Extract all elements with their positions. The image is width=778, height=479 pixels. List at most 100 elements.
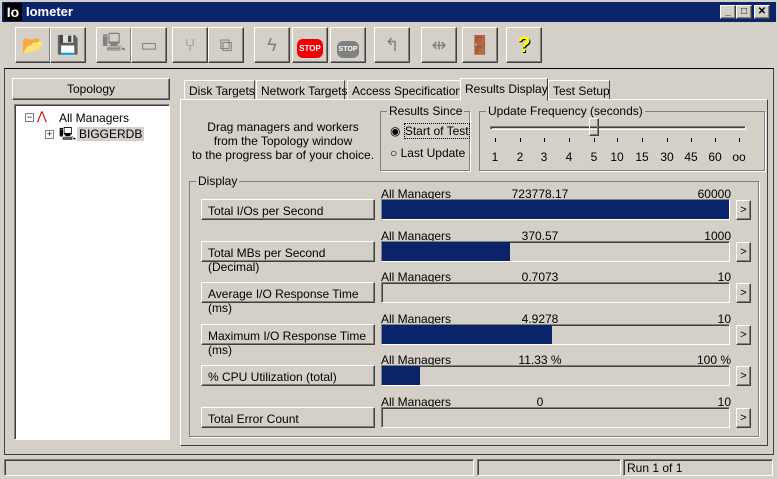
computer-icon: 🖳 <box>59 126 77 141</box>
topology-header: Topology <box>12 78 170 100</box>
maximize-button[interactable]: □ <box>736 5 752 19</box>
slider-tick-label: 1 <box>491 150 499 164</box>
tab-label: Network Targets <box>261 84 348 98</box>
instructions-text: Drag managers and workers from the Topol… <box>191 120 375 162</box>
status-pane-2 <box>477 459 621 476</box>
slider-tick-label: 4 <box>565 150 573 164</box>
tab-access-specifications[interactable]: Access Specifications <box>347 80 468 100</box>
tab-disk-targets[interactable]: Disk Targets <box>184 80 255 100</box>
update-frequency-label: Update Frequency (seconds) <box>486 104 645 118</box>
tab-label: Access Specifications <box>352 84 469 98</box>
managers-icon: ⋀ <box>37 109 47 123</box>
frequency-slider-thumb[interactable] <box>589 118 599 136</box>
title-bar: Io Iometer _ □ ✕ <box>2 2 776 22</box>
results-since-group: Results Since <box>380 104 470 171</box>
progress-bar[interactable] <box>381 406 730 428</box>
toolbar-save-button[interactable]: 💾 <box>50 27 86 63</box>
tab-label: Test Setup <box>553 84 610 98</box>
progress-bar[interactable] <box>381 365 730 386</box>
radio-label: Last Update <box>400 146 466 160</box>
duplicate-worker-icon: ⧉ <box>219 34 233 55</box>
tab-label: Results Display <box>465 82 548 96</box>
row-detail-button[interactable]: > <box>736 283 751 303</box>
save-icon: 💾 <box>56 34 80 55</box>
progress-fill <box>382 241 511 261</box>
metric-select-button[interactable]: Total MBs per Second (Decimal) <box>201 240 375 274</box>
metric-select-button[interactable]: Total I/Os per Second <box>201 199 375 220</box>
status-pane-1 <box>4 459 474 476</box>
slider-tick <box>667 138 668 142</box>
toolbar-start-manager-button[interactable]: 🖳 <box>96 27 132 63</box>
collapse-icon[interactable]: − <box>25 113 34 122</box>
tab-label: Disk Targets <box>189 84 255 98</box>
toolbar-help-button[interactable]: ? <box>506 27 542 63</box>
progress-bar[interactable] <box>381 199 730 220</box>
slider-tick <box>569 138 570 142</box>
progress-bar[interactable] <box>381 240 730 262</box>
tab-results-display[interactable]: Results Display <box>460 78 548 101</box>
tree-item-all-managers[interactable]: All Managers <box>59 111 129 125</box>
toolbar-disconnect-button[interactable]: ⇹ <box>421 27 457 63</box>
frequency-slider-track[interactable] <box>490 126 746 130</box>
exit-icon: 🚪 <box>468 34 492 55</box>
slider-tick <box>594 138 595 142</box>
toolbar-new-disk-worker-button[interactable]: ▭ <box>131 27 167 63</box>
row-detail-button[interactable]: > <box>736 324 751 345</box>
tree-item-manager[interactable]: BIGGERDB <box>77 127 145 141</box>
topology-tree[interactable]: − ⋀ All Managers + 🖳 BIGGERDB <box>14 104 170 440</box>
slider-tick <box>617 138 618 142</box>
row-detail-button[interactable]: > <box>736 200 751 220</box>
slider-tick <box>691 138 692 142</box>
status-run: Run 1 of 1 <box>623 459 773 476</box>
radio-last-update[interactable]: ○ Last Update <box>390 146 465 160</box>
new-network-worker-icon: ⑂ <box>184 34 196 55</box>
tab-network-targets[interactable]: Network Targets <box>256 80 348 100</box>
toolbar-stop-button[interactable]: STOP <box>292 27 328 63</box>
slider-tick-label: 45 <box>684 150 698 164</box>
slider-tick-label: 5 <box>590 150 598 164</box>
help-icon: ? <box>517 32 531 57</box>
toolbar-open-button[interactable]: 📂 <box>15 27 51 63</box>
stop-icon: STOP <box>297 35 323 58</box>
expand-icon[interactable]: + <box>45 130 54 139</box>
close-button[interactable]: ✕ <box>754 5 770 19</box>
toolbar-duplicate-worker-button[interactable]: ⧉ <box>208 27 244 63</box>
slider-tick-label: 3 <box>540 150 548 164</box>
slider-tick-label: 10 <box>610 150 624 164</box>
stop-all-icon: STOP <box>336 35 360 58</box>
toolbar-start-button[interactable]: ϟ <box>254 27 290 63</box>
toolbar-new-network-worker-button[interactable]: ⑂ <box>172 27 208 63</box>
metric-select-button[interactable]: % CPU Utilization (total) <box>201 365 375 386</box>
radio-start-of-test[interactable]: ◉ Start of Test <box>390 123 470 139</box>
open-icon: 📂 <box>21 34 45 55</box>
tab-test-setup[interactable]: Test Setup <box>548 80 610 100</box>
toolbar-exit-button[interactable]: 🚪 <box>462 27 498 63</box>
row-detail-button[interactable]: > <box>736 241 751 262</box>
progress-fill <box>382 324 553 344</box>
results-since-label: Results Since <box>387 104 465 118</box>
toolbar-reset-button[interactable]: ↰ <box>374 27 410 63</box>
slider-tick <box>520 138 521 142</box>
window-title: Iometer <box>26 4 73 19</box>
metric-select-button[interactable]: Total Error Count <box>201 406 375 428</box>
minimize-button[interactable]: _ <box>720 5 736 19</box>
row-detail-button[interactable]: > <box>736 366 751 386</box>
reset-icon: ↰ <box>384 34 400 55</box>
progress-bar[interactable] <box>381 282 730 303</box>
new-disk-worker-icon: ▭ <box>140 34 158 55</box>
app-logo: Io <box>4 3 22 21</box>
display-label: Display <box>196 174 240 188</box>
toolbar-stop-all-button[interactable]: STOP <box>330 27 366 63</box>
progress-fill <box>382 366 421 385</box>
disconnect-icon: ⇹ <box>431 34 447 55</box>
start-manager-icon: 🖳 <box>101 32 126 52</box>
row-detail-button[interactable]: > <box>736 407 751 428</box>
radio-label: Start of Test <box>403 123 470 139</box>
slider-tick-label: 30 <box>660 150 674 164</box>
metric-select-button[interactable]: Maximum I/O Response Time (ms) <box>201 323 375 357</box>
slider-tick <box>739 138 740 142</box>
slider-tick <box>544 138 545 142</box>
progress-bar[interactable] <box>381 323 730 345</box>
metric-select-button[interactable]: Average I/O Response Time (ms) <box>201 282 375 315</box>
progress-fill <box>382 200 729 219</box>
